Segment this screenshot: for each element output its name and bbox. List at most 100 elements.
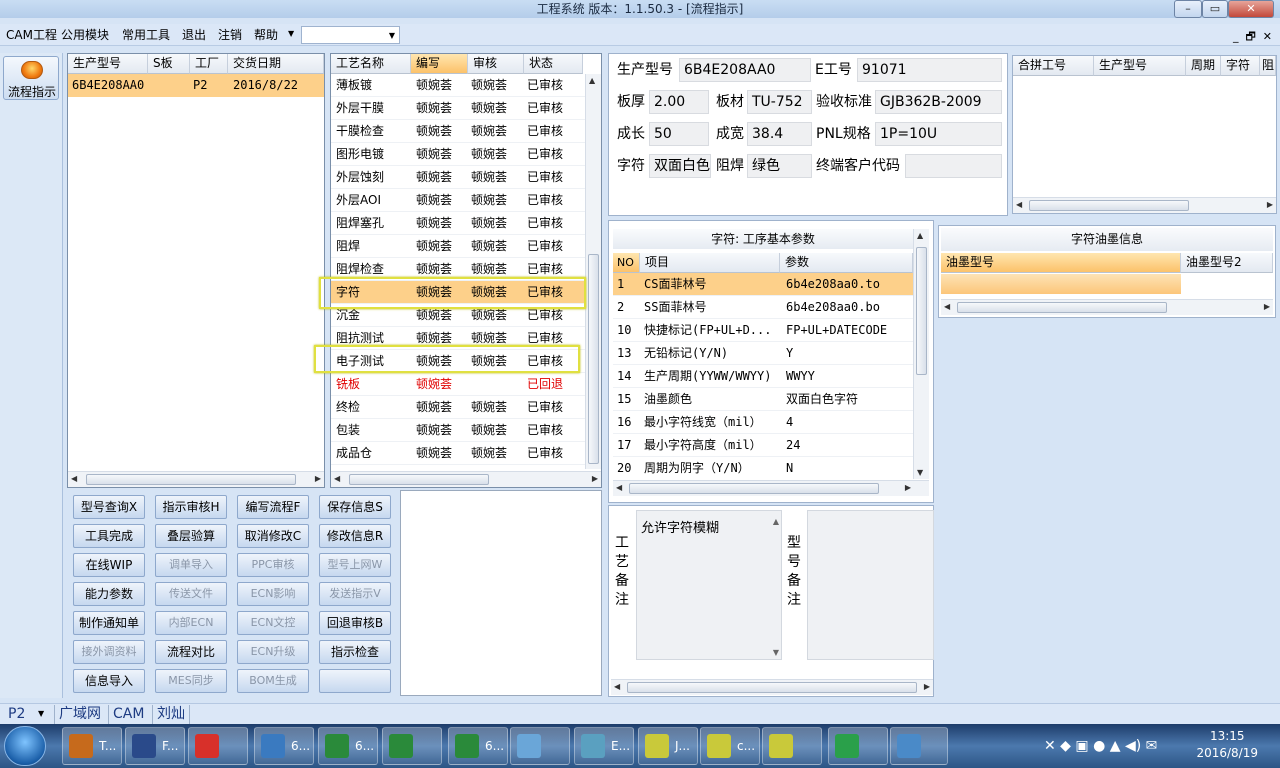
table-row[interactable]: 包装 顿婉荟 顿婉荟 已审核 xyxy=(331,419,585,442)
taskbar-item[interactable] xyxy=(762,727,822,765)
table-row[interactable]: 1 CS面菲林号 6b4e208aa0.to xyxy=(613,273,913,296)
toolbar-button[interactable]: 流程对比 xyxy=(155,640,227,664)
field-standard[interactable]: GJB362B-2009 xyxy=(875,90,1002,114)
table-row[interactable]: 17 最小字符高度（mil） 24 xyxy=(613,434,913,457)
toolbar-button[interactable]: BOM生成 xyxy=(237,669,309,693)
table-row[interactable]: 成品仓 顿婉荟 顿婉荟 已审核 xyxy=(331,442,585,465)
table-row[interactable]: 阻焊塞孔 顿婉荟 顿婉荟 已审核 xyxy=(331,212,585,235)
params-vscroll[interactable]: ▲ ▼ xyxy=(913,229,929,479)
toolbar-button[interactable]: 工具完成 xyxy=(73,524,145,548)
taskbar-item[interactable]: F... xyxy=(125,727,185,765)
toolbar-button[interactable]: 信息导入 xyxy=(73,669,145,693)
toolbar-button[interactable]: 回退审核B xyxy=(319,611,391,635)
col-model[interactable]: 生产型号 xyxy=(68,54,148,74)
toolbar-button[interactable]: 发送指示V xyxy=(319,582,391,606)
taskbar-item[interactable] xyxy=(890,727,948,765)
taskbar-item[interactable]: E... xyxy=(574,727,634,765)
menu-common-modules[interactable]: 公用模块 xyxy=(59,27,111,43)
col-ink2[interactable]: 油墨型号2 xyxy=(1181,253,1273,273)
nav-process-button[interactable]: 流程指示 xyxy=(3,56,59,100)
col-no[interactable]: NO xyxy=(613,253,640,273)
taskbar-item[interactable]: 6... xyxy=(318,727,378,765)
field-width[interactable]: 38.4 xyxy=(747,122,812,146)
taskbar-item[interactable] xyxy=(188,727,248,765)
toolbar-button[interactable]: PPC审核 xyxy=(237,553,309,577)
toolbar-button[interactable]: 取消修改C xyxy=(237,524,309,548)
col-merge-id[interactable]: 合拼工号 xyxy=(1013,56,1094,76)
toolbar-button[interactable]: 接外调资料 xyxy=(73,640,145,664)
orders-hscroll[interactable]: ◀ ▶ xyxy=(68,471,324,487)
col-merge-cycle[interactable]: 周期 xyxy=(1186,56,1221,76)
toolbar-button[interactable]: 型号查询X xyxy=(73,495,145,519)
toolbar-button[interactable]: 保存信息S xyxy=(319,495,391,519)
col-status[interactable]: 状态 xyxy=(524,54,583,74)
table-row[interactable]: 13 无铅标记(Y/N) Y xyxy=(613,342,913,365)
toolbar-button[interactable]: 在线WIP xyxy=(73,553,145,577)
field-model[interactable]: 6B4E208AA0 xyxy=(679,58,811,82)
maximize-icon[interactable]: ▭ xyxy=(1202,0,1228,18)
col-merge-model[interactable]: 生产型号 xyxy=(1094,56,1186,76)
table-row[interactable]: 终检 顿婉荟 顿婉荟 已审核 xyxy=(331,396,585,419)
col-writer[interactable]: 编写 xyxy=(411,54,468,74)
col-s[interactable]: S板 xyxy=(148,54,190,74)
toolbar-button[interactable]: ECN升级 xyxy=(237,640,309,664)
col-date[interactable]: 交货日期 xyxy=(228,54,324,74)
taskbar-item[interactable]: J... xyxy=(638,727,698,765)
tray-icons[interactable]: ✕ ◆ ▣ ● ▲ ◀) ✉ xyxy=(1044,738,1157,754)
toolbar-button[interactable]: 编写流程F xyxy=(237,495,309,519)
col-reviewer[interactable]: 审核 xyxy=(468,54,524,74)
table-row[interactable]: 10 快捷标记(FP+UL+D... FP+UL+DATECODE xyxy=(613,319,913,342)
menu-logout[interactable]: 注销 xyxy=(216,27,244,43)
table-row[interactable]: 2 SS面菲林号 6b4e208aa0.bo xyxy=(613,296,913,319)
field-material[interactable]: TU-752 xyxy=(747,90,812,114)
col-process[interactable]: 工艺名称 xyxy=(331,54,411,74)
taskbar-item[interactable]: T... xyxy=(62,727,122,765)
col-merge-char[interactable]: 字符 xyxy=(1221,56,1260,76)
remarks-hscroll[interactable]: ◀ ▶ xyxy=(611,679,933,695)
table-row[interactable]: 铣板 顿婉荟 已回退 xyxy=(331,373,585,396)
taskbar-item[interactable]: 6... xyxy=(254,727,314,765)
field-eno[interactable]: 91071 xyxy=(857,58,1002,82)
table-row[interactable]: 阻焊 顿婉荟 顿婉荟 已审核 xyxy=(331,235,585,258)
field-customer[interactable] xyxy=(905,154,1002,178)
toolbar-button[interactable]: 能力参数 xyxy=(73,582,145,606)
table-row[interactable] xyxy=(941,274,1181,294)
toolbar-button[interactable]: 修改信息R xyxy=(319,524,391,548)
toolbar-button[interactable]: MES同步 xyxy=(155,669,227,693)
toolbar-button[interactable]: 内部ECN xyxy=(155,611,227,635)
merge-hscroll[interactable]: ◀ ▶ xyxy=(1013,197,1276,213)
taskbar-item[interactable]: 6... xyxy=(448,727,508,765)
col-item[interactable]: 项目 xyxy=(640,253,780,273)
toolbar-button[interactable]: 型号上网W xyxy=(319,553,391,577)
table-row[interactable]: 16 最小字符线宽（mil） 4 xyxy=(613,411,913,434)
toolbar-button[interactable]: 指示检查 xyxy=(319,640,391,664)
ink-hscroll[interactable]: ◀ ▶ xyxy=(941,299,1273,315)
table-row[interactable]: 15 油墨颜色 双面白色字符 xyxy=(613,388,913,411)
col-param[interactable]: 参数 xyxy=(780,253,913,273)
taskbar-item[interactable] xyxy=(828,727,888,765)
menu-exit[interactable]: 退出 xyxy=(180,27,208,43)
toolbar-button[interactable]: 指示审核H xyxy=(155,495,227,519)
menu-cam[interactable]: CAM工程 xyxy=(4,27,59,43)
field-char[interactable]: 双面白色 xyxy=(649,154,711,178)
process-vscroll[interactable]: ▲ xyxy=(585,74,601,469)
toolbar-button[interactable]: ECN影响 xyxy=(237,582,309,606)
clock[interactable]: 13:15 2016/8/19 xyxy=(1196,728,1258,762)
field-length[interactable]: 50 xyxy=(649,122,709,146)
menu-combo[interactable]: ▼ xyxy=(301,26,400,44)
menu-help[interactable]: 帮助 xyxy=(252,27,280,43)
params-hscroll[interactable]: ◀ ▶ xyxy=(613,480,929,496)
toolbar-button[interactable] xyxy=(319,669,391,693)
start-button[interactable] xyxy=(4,726,46,766)
table-row[interactable]: 外层蚀刻 顿婉荟 顿婉荟 已审核 xyxy=(331,166,585,189)
menu-tools[interactable]: 常用工具 xyxy=(120,27,172,43)
model-remark-field[interactable] xyxy=(807,510,934,660)
toolbar-button[interactable]: ECN文控 xyxy=(237,611,309,635)
table-row[interactable]: 20 周期为阴字（Y/N） N xyxy=(613,457,913,479)
process-hscroll[interactable]: ◀ ▶ xyxy=(331,471,601,487)
toolbar-button[interactable]: 叠层验算 xyxy=(155,524,227,548)
toolbar-button[interactable]: 传送文件 xyxy=(155,582,227,606)
table-row[interactable]: 6B4E208AA0 P2 2016/8/22 xyxy=(68,74,324,97)
close-icon[interactable]: ✕ xyxy=(1228,0,1274,18)
col-ink[interactable]: 油墨型号 xyxy=(941,253,1181,273)
